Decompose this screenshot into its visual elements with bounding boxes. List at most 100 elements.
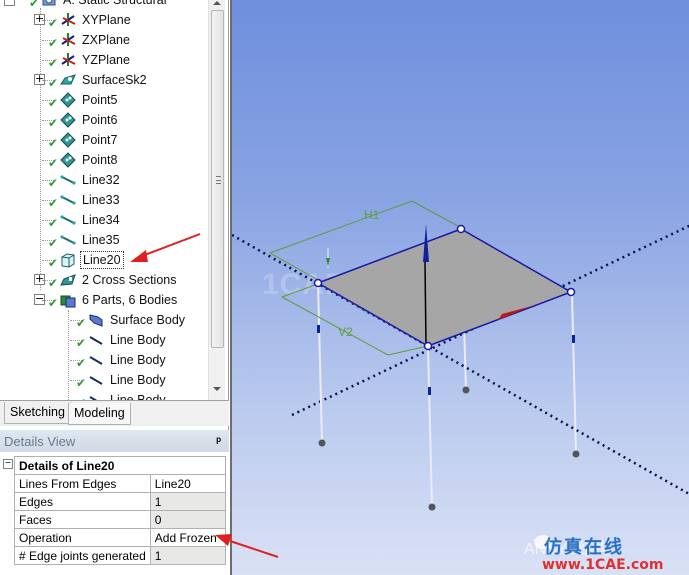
surface-body-icon <box>88 312 104 328</box>
point-feature-icon <box>60 112 76 128</box>
dimension-h1-label[interactable]: H1 <box>364 208 380 222</box>
scroll-up-icon[interactable] <box>213 1 221 5</box>
line-body-icon <box>88 372 104 388</box>
graphics-viewport[interactable]: 1CAE.COM H1 <box>230 0 689 575</box>
tree-item[interactable]: + ✔ 2 Cross Sections <box>34 270 178 290</box>
tree-item[interactable]: ✔ Line34 <box>42 210 122 230</box>
point-marker <box>462 386 470 394</box>
brand-url-text: www.1CAE.com <box>542 557 664 573</box>
static-structural-icon <box>41 0 57 8</box>
check-icon: ✔ <box>48 16 59 30</box>
tree-item-body[interactable]: ✔Line Body <box>70 370 168 390</box>
tree-item-label: Point7 <box>82 133 118 147</box>
tree-line <box>68 310 69 400</box>
vertex-marker[interactable] <box>313 278 323 288</box>
details-view-header: Details View ᵖ <box>0 430 229 452</box>
tree-item[interactable]: ✔ Point5 <box>42 90 119 110</box>
check-icon: ✔ <box>76 376 87 390</box>
check-icon: ✔ <box>76 316 87 330</box>
tree-item-body[interactable]: ✔Line Body <box>70 330 168 350</box>
tree-item[interactable]: ✔ Line32 <box>42 170 122 190</box>
tree-item[interactable]: + ✔ XYPlane <box>34 10 133 30</box>
vertex-marker[interactable] <box>423 341 433 351</box>
mode-tabs: Sketching Modeling <box>0 400 229 426</box>
feature-tree: − ✔ A: Static Structural +✔XYPlane✔ZXPla… <box>0 0 208 400</box>
tab-sketching[interactable]: Sketching <box>4 402 71 424</box>
check-icon: ✔ <box>48 296 59 310</box>
tree-scrollbar[interactable] <box>208 0 225 400</box>
tree-item-label: ZXPlane <box>82 33 130 47</box>
tree-line <box>42 260 56 261</box>
tree-item[interactable]: ✔ Point7 <box>42 130 119 150</box>
tree-line <box>42 20 56 21</box>
line-body-icon <box>88 352 104 368</box>
point-feature-icon <box>60 152 76 168</box>
pin-icon[interactable]: ᵖ <box>216 434 221 448</box>
point-marker <box>318 439 326 447</box>
tree-root[interactable]: − ✔ A: Static Structural <box>4 0 169 10</box>
point-marker <box>428 503 436 511</box>
tree-item[interactable]: ✔ Point8 <box>42 150 119 170</box>
tree-item[interactable]: ✔ ZXPlane <box>42 30 132 50</box>
tree-line <box>42 200 56 201</box>
tree-item-label: Line33 <box>82 193 120 207</box>
point-feature-icon <box>60 92 76 108</box>
collapse-icon[interactable]: − <box>4 0 15 6</box>
tab-modeling[interactable]: Modeling <box>68 403 131 425</box>
tree-line <box>70 380 84 381</box>
details-row: Edges 1 <box>14 492 226 511</box>
line-feature-icon <box>60 212 76 228</box>
line-direction-marker <box>572 335 575 343</box>
check-icon: ✔ <box>48 156 59 170</box>
brand-cn-text: 仿真在线 <box>544 537 624 557</box>
tree-item[interactable]: ✔ Line33 <box>42 190 122 210</box>
details-row: # Edge joints generated 1 <box>14 546 226 565</box>
z-axis-stem <box>424 261 427 347</box>
scroll-down-icon[interactable] <box>213 387 221 391</box>
tree-item-label: Line Body <box>110 353 166 367</box>
tree-line <box>42 120 56 121</box>
tree-item-label: Line32 <box>82 173 120 187</box>
tree-item-body[interactable]: ✔ Line Body <box>70 350 168 370</box>
tree-item[interactable]: ✔ Point6 <box>42 110 119 130</box>
line-direction-marker <box>428 387 431 395</box>
collapse-icon[interactable]: − <box>3 459 13 469</box>
check-icon: ✔ <box>48 36 59 50</box>
point-marker <box>572 450 580 458</box>
surface-body[interactable] <box>316 228 573 347</box>
vertex-marker[interactable] <box>566 287 576 297</box>
line-body <box>317 282 323 443</box>
line-body-icon <box>88 392 104 400</box>
tree-item-label: Point5 <box>82 93 118 107</box>
property-faces: Faces <box>14 510 151 529</box>
tree-line <box>42 80 56 81</box>
tree-line <box>42 100 56 101</box>
lines-from-edges-icon <box>60 252 76 268</box>
value-lines-from-edges[interactable]: Line20 <box>149 474 226 493</box>
dimension-v2-label[interactable]: V2 <box>338 325 353 339</box>
tree-item-label: YZPlane <box>82 53 130 67</box>
tree-item-label: Line35 <box>82 233 120 247</box>
tree-item[interactable]: ✔ YZPlane <box>42 50 132 70</box>
check-icon: ✔ <box>76 356 87 370</box>
tree-line <box>42 60 56 61</box>
property-operation: Operation <box>14 528 151 547</box>
line-direction-marker <box>317 325 320 333</box>
vertex-marker[interactable] <box>456 224 466 234</box>
tree-item-body[interactable]: ✔Line Body <box>76 390 168 400</box>
check-icon: ✔ <box>48 116 59 130</box>
details-row: Faces 0 <box>14 510 226 529</box>
tree-item-body[interactable]: ✔ Surface Body <box>70 310 187 330</box>
check-icon: ✔ <box>48 276 59 290</box>
scrollbar-thumb[interactable] <box>211 10 224 348</box>
model-graphics: H1 V2 <box>232 200 689 511</box>
tree-item-label: 2 Cross Sections <box>82 273 177 287</box>
tree-item[interactable]: + ✔ SurfaceSk2 <box>34 70 149 90</box>
tree-item[interactable]: ✔ Line20 <box>42 250 124 270</box>
value-operation-dropdown[interactable]: Add Frozen <box>149 528 226 547</box>
tree-item[interactable]: − ✔ 6 Parts, 6 Bodies <box>34 290 179 310</box>
plane-axes-icon <box>60 52 76 68</box>
tree-item[interactable]: ✔ Line35 <box>42 230 122 250</box>
tree-item-label: Line Body <box>110 393 166 400</box>
tree-line <box>42 140 56 141</box>
